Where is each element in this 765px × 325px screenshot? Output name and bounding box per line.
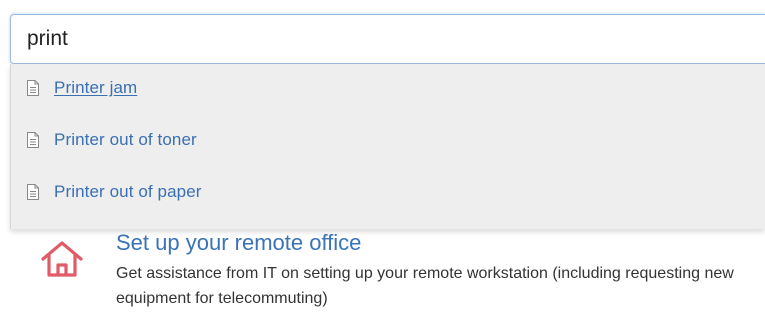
search-box[interactable] [10, 14, 765, 64]
document-icon [26, 80, 40, 96]
result-title-link[interactable]: Set up your remote office [116, 230, 361, 256]
result-card-remote-office[interactable]: Set up your remote office Get assistance… [16, 226, 765, 325]
suggestions-dropdown: Printer jam Printer out of toner Printer… [10, 64, 765, 229]
document-icon [26, 132, 40, 148]
suggestion-item-printer-out-of-toner[interactable]: Printer out of toner [11, 122, 765, 158]
result-description: Get assistance from IT on setting up you… [116, 265, 734, 307]
suggestion-item-printer-out-of-paper[interactable]: Printer out of paper [11, 174, 765, 210]
suggestion-label: Printer out of paper [54, 182, 202, 201]
home-icon [40, 240, 84, 278]
search-input[interactable] [27, 27, 749, 51]
document-icon [26, 184, 40, 200]
suggestion-item-printer-jam[interactable]: Printer jam [11, 70, 765, 106]
page: Printer jam Printer out of toner [0, 0, 765, 325]
suggestion-label: Printer jam [54, 78, 138, 97]
suggestion-label: Printer out of toner [54, 130, 197, 149]
